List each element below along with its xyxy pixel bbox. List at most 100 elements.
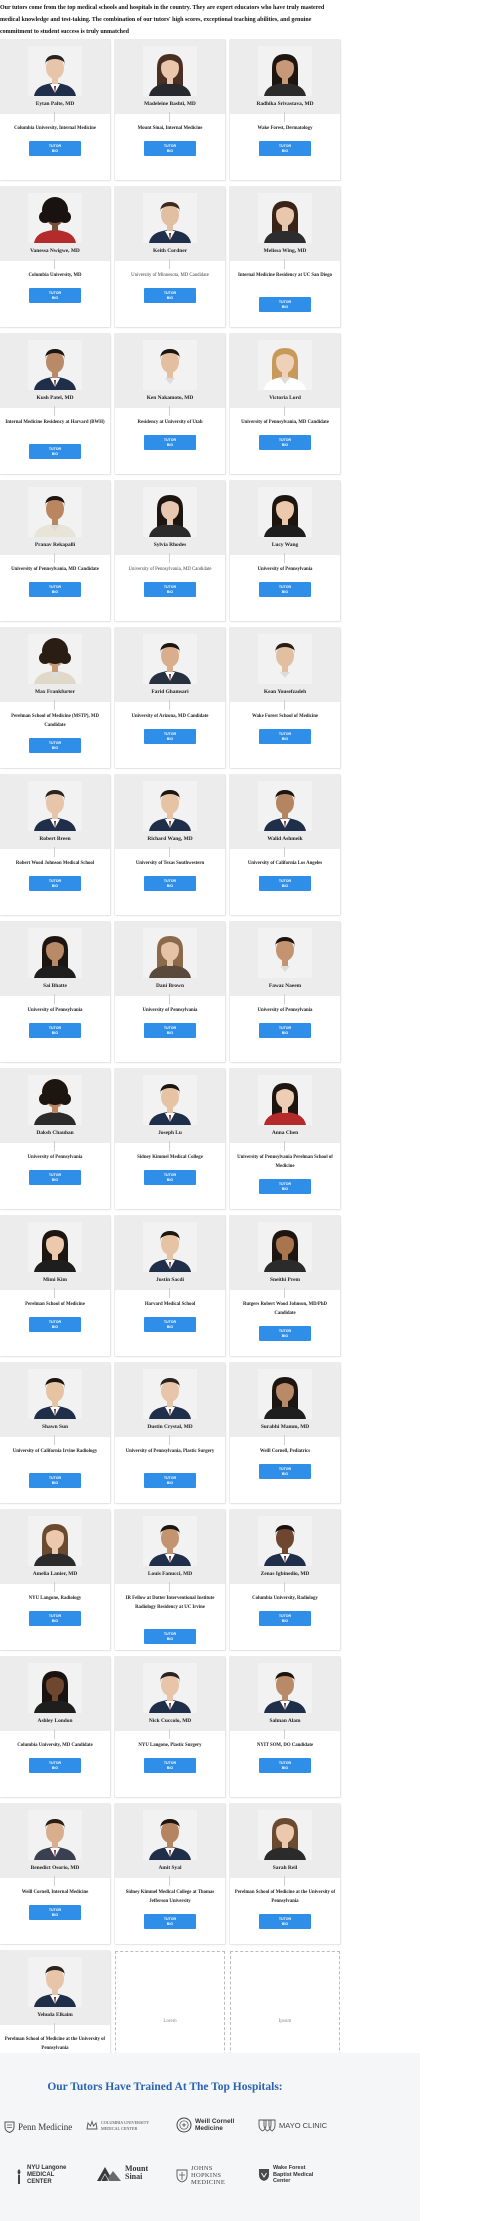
card-divider xyxy=(284,112,285,122)
tutor-card: Surabhi Mamm, MD Weill Cornell, Pediatric… xyxy=(230,1363,340,1503)
intro-text: Our tutors come from the top medical sch… xyxy=(0,5,325,35)
tutor-bio-button[interactable]: TUTORBIO xyxy=(29,876,81,891)
tutor-name: Sylvia Rhodes xyxy=(153,542,187,548)
tutor-school: Perelman School of Medicine (MSTP), MD C… xyxy=(11,714,99,728)
tutor-card: Sai Bhatte University of Pennsylvania TUTO… xyxy=(0,922,110,1062)
tutor-bio-button[interactable]: TUTORBIO xyxy=(259,141,311,156)
tutor-bio-button[interactable]: TUTORBIO xyxy=(259,582,311,597)
tutor-bio-button[interactable]: TUTORBIO xyxy=(29,1170,81,1185)
tutor-card: Justin Sacdi Harvard Medical School TUTOR B… xyxy=(115,1216,225,1356)
tutor-bio-button[interactable]: TUTORBIO xyxy=(29,1473,81,1488)
tutor-bio-line2: BIO xyxy=(281,442,289,447)
tutor-card: Nick Cuccolo, MD NYU Langone, Plastic Sur… xyxy=(115,1657,225,1797)
tutor-bio-button[interactable]: TUTORBIO xyxy=(29,444,81,459)
logo-wake-forest: Wake Forest Baptist Medical Center xyxy=(258,2165,323,2185)
tutor-bio-line2: BIO xyxy=(281,736,289,741)
tutor-bio-button[interactable]: TUTORBIO xyxy=(259,1326,311,1341)
logo-text: NYU Langone MEDICAL CENTER xyxy=(27,2165,67,2185)
tutor-bio-line2: BIO xyxy=(281,1471,289,1476)
tutor-school: University of Pennsylvania xyxy=(27,1155,83,1160)
tutor-bio-button[interactable]: TUTORBIO xyxy=(29,1023,81,1038)
portrait-illustration xyxy=(28,193,82,243)
tutor-school: Columbia University, MD xyxy=(28,273,82,278)
tutor-bio-button[interactable]: TUTORBIO xyxy=(259,1758,311,1773)
tutor-bio-button[interactable]: TUTORBIO xyxy=(144,1170,196,1185)
tutor-photo xyxy=(258,1369,312,1419)
logo-text: JOHNS HOPKINS MEDICINE xyxy=(191,2165,226,2186)
tutor-bio-button[interactable]: TUTORBIO xyxy=(144,729,196,744)
tutor-bio-button[interactable]: TUTORBIO xyxy=(144,141,196,156)
tutor-bio-button[interactable]: TUTORBIO xyxy=(259,297,311,312)
tutor-bio-button[interactable]: TUTORBIO xyxy=(259,1179,311,1194)
card-divider xyxy=(169,1288,170,1298)
card-divider xyxy=(169,994,170,1004)
tutor-bio-button[interactable]: TUTORBIO xyxy=(144,1758,196,1773)
portrait-illustration xyxy=(258,928,312,978)
tutor-bio-button[interactable]: TUTORBIO xyxy=(144,1317,196,1332)
tutor-photo xyxy=(28,1222,82,1272)
tutor-card: Daksh Chauhan University of Pennsylvania T… xyxy=(0,1069,110,1209)
tutor-bio-line2: BIO xyxy=(51,1030,59,1035)
tutor-bio-button[interactable]: TUTORBIO xyxy=(29,1758,81,1773)
tutor-photo xyxy=(258,487,312,537)
tutor-name: Shawn Sun xyxy=(42,1424,68,1430)
tutor-bio-line2: BIO xyxy=(51,1177,59,1182)
tutor-bio-button[interactable]: TUTORBIO xyxy=(29,738,81,753)
tutor-card: Zenas Igbinedio, MD Columbia University, … xyxy=(230,1510,340,1650)
tutor-bio-button[interactable]: TUTORBIO xyxy=(144,876,196,891)
tutor-bio-button[interactable]: TUTORBIO xyxy=(144,1473,196,1488)
portrait-illustration xyxy=(143,1663,197,1713)
tutor-bio-button[interactable]: TUTORBIO xyxy=(259,729,311,744)
tutor-photo xyxy=(143,46,197,96)
tutor-name: Ken Nakamoto, MD xyxy=(146,395,194,401)
tutor-bio-line2: BIO xyxy=(166,1765,174,1770)
tutor-photo xyxy=(28,1663,82,1713)
tutor-name: Mimi Kim xyxy=(42,1277,68,1283)
tutor-card: Sarah Reil Perelman School of Medicine at… xyxy=(230,1804,340,1944)
tutor-school: University of Texas Southwestern xyxy=(135,861,205,866)
tutor-bio-button[interactable]: TUTORBIO xyxy=(259,876,311,891)
tutor-bio-line2: BIO xyxy=(281,1765,289,1770)
tutor-bio-button[interactable]: TUTORBIO xyxy=(29,1317,81,1332)
tutor-name: Justin Sacdi xyxy=(155,1277,184,1283)
tutor-card: Ken Nakamoto, MD Residency at University … xyxy=(115,334,225,474)
tutor-bio-line2: BIO xyxy=(281,148,289,153)
card-divider xyxy=(54,2023,55,2033)
tutor-bio-button[interactable]: TUTORBIO xyxy=(29,1611,81,1626)
tutor-bio-button[interactable]: TUTORBIO xyxy=(144,582,196,597)
tutor-card: Sneithi Prem Rutgers Robert Wood Johnson,… xyxy=(230,1216,340,1356)
tutor-bio-button[interactable]: TUTORBIO xyxy=(144,1629,196,1644)
portrait-illustration xyxy=(28,1075,82,1125)
tutor-card: Joseph Lu Sidney Kimmel Medical College TU… xyxy=(115,1069,225,1209)
tutor-bio-button[interactable]: TUTORBIO xyxy=(29,288,81,303)
tutor-bio-button[interactable]: TUTORBIO xyxy=(144,1914,196,1929)
tutor-school: University of Pennsylvania xyxy=(142,1008,198,1013)
mayo-shields-icon xyxy=(258,2119,276,2132)
tutor-photo xyxy=(143,634,197,684)
tutor-photo xyxy=(28,781,82,831)
hospitals-section: Our Tutors Have Trained At The Top Hospi… xyxy=(0,2053,420,2221)
tutor-bio-button[interactable]: TUTORBIO xyxy=(29,582,81,597)
card-divider xyxy=(54,1141,55,1151)
tutor-name: Richard Wang, MD xyxy=(147,836,193,842)
tutor-bio-button[interactable]: TUTORBIO xyxy=(29,1905,81,1920)
tutor-bio-button[interactable]: TUTORBIO xyxy=(259,1914,311,1929)
tutor-name: Farid Ghamsari xyxy=(151,689,189,695)
tutor-bio-button[interactable]: TUTORBIO xyxy=(29,141,81,156)
tutor-bio-button[interactable]: TUTORBIO xyxy=(144,1023,196,1038)
tutor-bio-button[interactable]: TUTORBIO xyxy=(259,1611,311,1626)
tutor-school: University of Pennsylvania, Plastic Surg… xyxy=(125,1449,215,1454)
portrait-illustration xyxy=(143,781,197,831)
tutor-school: Columbia University, MD Candidate xyxy=(17,1743,93,1748)
tutor-name: Melissa Wing, MD xyxy=(263,248,307,254)
tutor-bio-button[interactable]: TUTORBIO xyxy=(259,1464,311,1479)
tutor-bio-button[interactable]: TUTORBIO xyxy=(144,288,196,303)
card-divider xyxy=(54,1288,55,1298)
tutor-card: Salman Alam NYIT SOM, DO Candidate TUTOR BI… xyxy=(230,1657,340,1797)
tutor-bio-button[interactable]: TUTORBIO xyxy=(144,435,196,450)
portrait-illustration xyxy=(143,193,197,243)
tutor-bio-line2: BIO xyxy=(51,1912,59,1917)
tutor-school: Robert Wood Johnson Medical School xyxy=(15,861,95,866)
tutor-bio-button[interactable]: TUTORBIO xyxy=(259,1023,311,1038)
tutor-bio-button[interactable]: TUTORBIO xyxy=(259,435,311,450)
